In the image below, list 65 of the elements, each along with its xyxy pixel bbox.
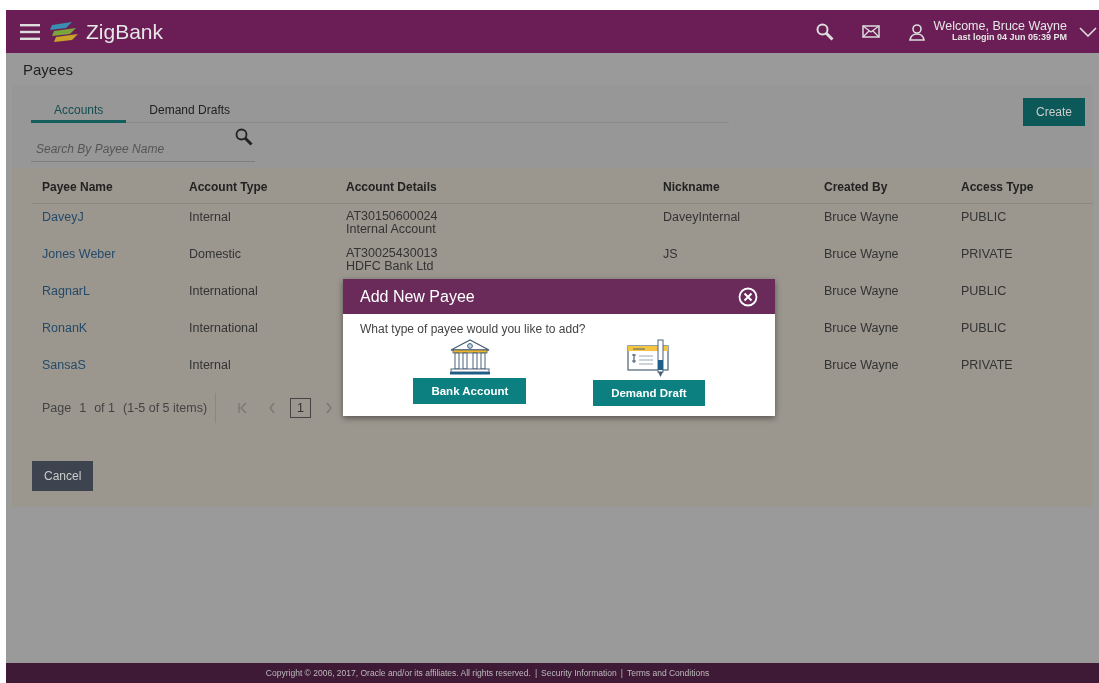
- table-cell-text: PUBLIC: [961, 210, 1008, 224]
- page-count: of 1: [94, 401, 115, 415]
- payee-name-link[interactable]: RagnarL: [42, 284, 90, 298]
- column-header: Account Type: [189, 180, 269, 194]
- create-button[interactable]: Create: [1022, 98, 1085, 126]
- cheque-and-pen-icon: [626, 338, 671, 378]
- welcome-text: Welcome, Bruce Wayne: [933, 20, 1067, 34]
- payee-name-link[interactable]: RonanK: [42, 321, 88, 335]
- column-header: Payee Name: [42, 180, 114, 194]
- table-cell: DaveyInternal: [663, 210, 741, 224]
- separator-text: |: [534, 668, 538, 678]
- table-cell-text: PUBLIC: [961, 284, 1008, 298]
- tab[interactable]: Accounts: [31, 101, 127, 123]
- footer-link[interactable]: Security Information: [541, 668, 617, 678]
- payee-name-link[interactable]: Jones Weber: [42, 247, 116, 261]
- table-cell-text: Internal Account: [346, 223, 437, 237]
- table-cell-text: PRIVATE: [961, 247, 1014, 261]
- column-header: Access Type: [961, 180, 1035, 194]
- cancel-button[interactable]: Cancel: [32, 461, 94, 491]
- table-cell-text: Bruce Wayne: [824, 210, 900, 224]
- search-field[interactable]: Search By Payee Name: [31, 134, 255, 162]
- table-cell-text: Bruce Wayne: [824, 321, 900, 335]
- table-cell-text: International: [189, 321, 259, 335]
- copyright-text: Copyright © 2006, 2017, Oracle and/or its affiliates. All rights reserved.: [265, 668, 531, 678]
- table-cell-text: Bruce Wayne: [824, 358, 900, 372]
- table-cell-text: Bruce Wayne: [824, 284, 900, 298]
- tab[interactable]: Demand Drafts: [126, 101, 254, 123]
- search-icon[interactable]: [815, 22, 834, 41]
- table-cell: JS: [663, 247, 678, 261]
- mail-icon[interactable]: [861, 25, 880, 38]
- last-login-text: Last login 04 Jun 05:39 PM: [951, 33, 1067, 43]
- user-icon[interactable]: [907, 22, 926, 41]
- table-cell-text: Internal: [189, 210, 232, 224]
- dialog-title: Add New Payee: [360, 287, 475, 306]
- table-cell-text: HDFC Bank Ltd: [346, 260, 435, 274]
- table-cell-text: PUBLIC: [961, 321, 1008, 335]
- footer-link[interactable]: Terms and Conditions: [626, 668, 710, 678]
- column-header: Created By: [824, 180, 889, 194]
- table-cell-text: PRIVATE: [961, 358, 1014, 372]
- payee-name-link[interactable]: SansaS: [42, 358, 86, 372]
- menu-icon[interactable]: [20, 23, 40, 40]
- table-cell-text: AT30150600024: [346, 210, 439, 224]
- table-cell-text: AT30025430013: [346, 247, 439, 261]
- brand-name: ZigBank: [86, 19, 164, 44]
- table-cell-text: Bruce Wayne: [824, 247, 900, 261]
- table-cell-text: Internal: [189, 358, 232, 372]
- items-summary: (1-5 of 5 items): [123, 401, 208, 415]
- search-icon[interactable]: [235, 128, 253, 146]
- dialog-question: What type of payee would you like to add?: [360, 322, 587, 336]
- close-icon[interactable]: [738, 286, 758, 307]
- column-header: Nickname: [663, 180, 721, 194]
- page-label: Page: [42, 401, 72, 415]
- page-button[interactable]: 1: [290, 398, 312, 418]
- table-cell-text: International: [189, 284, 259, 298]
- option-button[interactable]: Bank Account: [413, 378, 527, 404]
- option-button[interactable]: Demand Draft: [593, 380, 705, 406]
- payee-name-link[interactable]: DaveyJ: [42, 210, 84, 224]
- bank-icon: [448, 338, 491, 376]
- page-number: 1: [79, 401, 87, 415]
- chevron-down-icon[interactable]: [1079, 26, 1097, 37]
- column-header: Account Details: [346, 180, 438, 194]
- separator-text: |: [620, 668, 623, 678]
- table-cell-text: Domestic: [189, 247, 243, 261]
- logo-icon: [50, 20, 78, 43]
- page-title: Payees: [23, 60, 74, 78]
